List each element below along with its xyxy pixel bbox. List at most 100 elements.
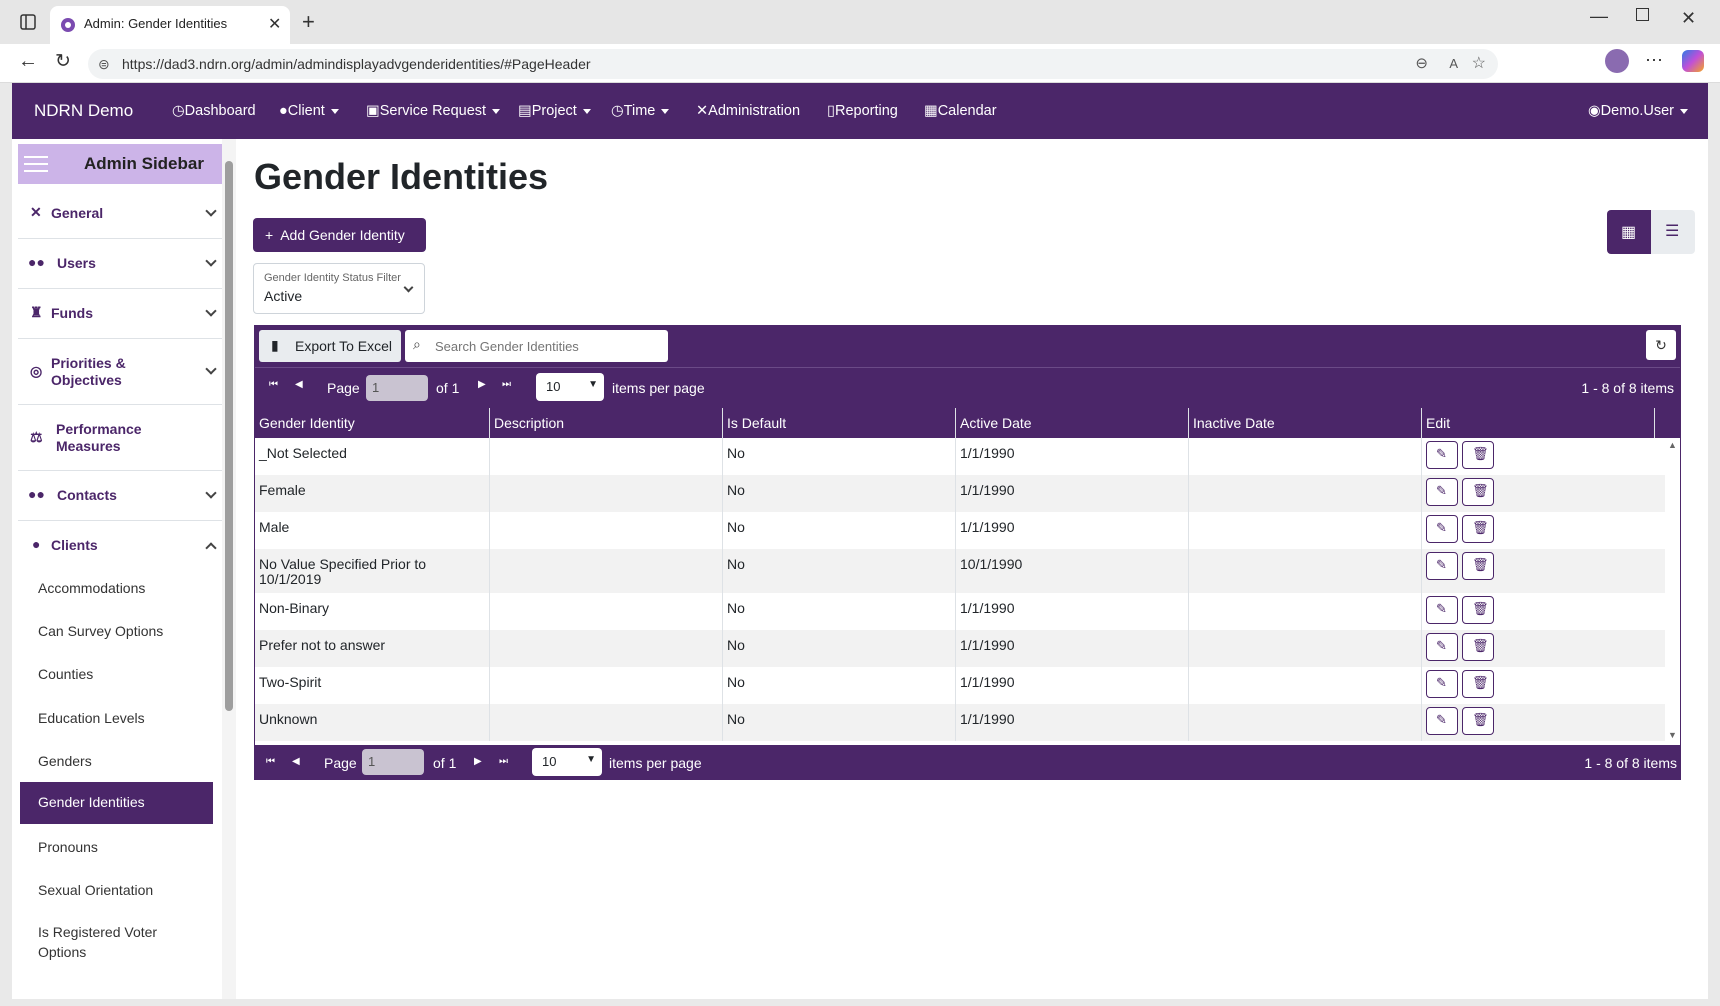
- favorite-star-icon[interactable]: ☆: [1472, 49, 1486, 79]
- delete-button[interactable]: 🗑: [1462, 515, 1494, 543]
- col-gender-identity[interactable]: Gender Identity: [255, 408, 490, 438]
- maximize-icon[interactable]: [1636, 8, 1649, 21]
- last-page-icon[interactable]: ⏭: [499, 756, 508, 767]
- minimize-icon[interactable]: —: [1590, 6, 1608, 27]
- delete-button[interactable]: 🗑: [1462, 633, 1494, 661]
- sidebar-item-pronouns[interactable]: Pronouns: [38, 837, 98, 857]
- last-page-icon[interactable]: ⏭: [502, 379, 511, 390]
- sidebar-item-can-survey-options[interactable]: Can Survey Options: [38, 621, 163, 641]
- col-is-default[interactable]: Is Default: [723, 408, 956, 438]
- sidebar-section-funds[interactable]: ♜ Funds: [18, 289, 227, 339]
- scrollbar-thumb[interactable]: [225, 161, 233, 711]
- brand[interactable]: NDRN Demo: [34, 83, 133, 139]
- table-row[interactable]: Non-Binary No 1/1/1990 ✎ 🗑: [255, 593, 1665, 630]
- back-icon[interactable]: ←: [18, 50, 38, 73]
- nav-project[interactable]: ▤Project: [518, 83, 591, 139]
- first-page-icon[interactable]: ⏮: [266, 756, 275, 767]
- status-filter-select[interactable]: Gender Identity Status Filter Active: [253, 263, 425, 314]
- edit-button[interactable]: ✎: [1426, 515, 1458, 543]
- more-options-icon[interactable]: ⋯: [1645, 50, 1663, 71]
- nav-user-menu[interactable]: ◉Demo.User: [1588, 83, 1688, 139]
- url-field[interactable]: ⊜ https://dad3.ndrn.org/admin/admindispl…: [88, 49, 1498, 79]
- sidebar-section-clients[interactable]: ● Clients: [18, 521, 227, 571]
- prev-page-icon[interactable]: ◀: [295, 379, 303, 390]
- table-row[interactable]: _Not Selected No 1/1/1990 ✎ 🗑: [255, 438, 1665, 475]
- grid-view-button[interactable]: ▦: [1607, 210, 1651, 254]
- list-view-button[interactable]: ☰: [1651, 210, 1695, 254]
- edit-button[interactable]: ✎: [1426, 441, 1458, 469]
- nav-reporting[interactable]: ▯Reporting: [827, 83, 898, 139]
- nav-time[interactable]: ◷Time: [611, 83, 669, 139]
- new-tab-icon[interactable]: +: [302, 9, 315, 35]
- site-info-icon[interactable]: ⊜: [98, 49, 110, 79]
- close-tab-icon[interactable]: ✕: [268, 14, 281, 34]
- browser-tab[interactable]: Admin: Gender Identities ✕: [50, 6, 290, 44]
- hamburger-icon[interactable]: [24, 154, 48, 174]
- sidebar-section-contacts[interactable]: ●● Contacts: [18, 471, 227, 521]
- delete-button[interactable]: 🗑: [1462, 478, 1494, 506]
- col-active-date[interactable]: Active Date: [956, 408, 1189, 438]
- edit-button[interactable]: ✎: [1426, 670, 1458, 698]
- delete-button[interactable]: 🗑: [1462, 552, 1494, 580]
- sidebar-section-users[interactable]: ●● Users: [18, 239, 227, 289]
- copilot-icon[interactable]: [1682, 50, 1704, 72]
- delete-button[interactable]: 🗑: [1462, 670, 1494, 698]
- sidebar-item-accommodations[interactable]: Accommodations: [38, 578, 145, 598]
- sidebar-item-genders[interactable]: Genders: [38, 751, 92, 771]
- scroll-down-icon[interactable]: ▼: [1668, 730, 1677, 740]
- sidebar-toggle-icon[interactable]: [20, 14, 36, 30]
- edit-button[interactable]: ✎: [1426, 633, 1458, 661]
- page-number-input[interactable]: 1: [362, 749, 424, 775]
- edit-button[interactable]: ✎: [1426, 552, 1458, 580]
- next-page-icon[interactable]: ▶: [478, 379, 486, 390]
- items-per-page-select[interactable]: 10 ▼: [532, 748, 602, 776]
- col-description[interactable]: Description: [490, 408, 723, 438]
- sidebar-section-general[interactable]: ✕ General: [18, 189, 227, 239]
- prev-page-icon[interactable]: ◀: [292, 756, 300, 767]
- export-excel-button[interactable]: ▮ Export To Excel: [259, 330, 401, 362]
- read-aloud-icon[interactable]: A: [1449, 49, 1458, 79]
- table-row[interactable]: Two-Spirit No 1/1/1990 ✎ 🗑: [255, 667, 1665, 704]
- table-row[interactable]: Prefer not to answer No 1/1/1990 ✎ 🗑: [255, 630, 1665, 667]
- sidebar-scrollbar[interactable]: [222, 139, 236, 999]
- page-label: Page: [327, 380, 360, 396]
- nav-dashboard[interactable]: ◷Dashboard: [172, 83, 256, 139]
- refresh-button[interactable]: ↻: [1646, 330, 1676, 360]
- search-input[interactable]: [435, 334, 660, 358]
- zoom-icon[interactable]: ⊖: [1415, 49, 1428, 79]
- items-per-page-select[interactable]: 10 ▼: [536, 373, 604, 401]
- first-page-icon[interactable]: ⏮: [269, 379, 278, 390]
- sidebar-item-gender-identities[interactable]: Gender Identities: [20, 782, 213, 824]
- profile-avatar[interactable]: [1605, 49, 1629, 73]
- sidebar-section-priorities[interactable]: ◎ Priorities & Objectives: [18, 339, 227, 405]
- delete-button[interactable]: 🗑: [1462, 441, 1494, 469]
- table-row[interactable]: Male No 1/1/1990 ✎ 🗑: [255, 512, 1665, 549]
- table-row[interactable]: Unknown No 1/1/1990 ✎ 🗑: [255, 704, 1665, 741]
- next-page-icon[interactable]: ▶: [474, 756, 482, 767]
- nav-administration[interactable]: ✕Administration: [696, 83, 800, 139]
- sidebar-item-counties[interactable]: Counties: [38, 664, 93, 684]
- sidebar-item-registered-voter[interactable]: Is Registered Voter Options: [38, 922, 188, 962]
- col-inactive-date[interactable]: Inactive Date: [1189, 408, 1422, 438]
- table-row[interactable]: No Value Specified Prior to 10/1/2019 No 1…: [255, 549, 1665, 593]
- reload-icon[interactable]: ↻: [55, 50, 71, 73]
- grid-scrollbar[interactable]: ▲ ▼: [1665, 438, 1680, 744]
- nav-service-request[interactable]: ▣Service Request: [366, 83, 500, 139]
- sidebar-item-education-levels[interactable]: Education Levels: [38, 708, 145, 728]
- sidebar-section-performance[interactable]: ⚖ Performance Measures: [18, 405, 227, 471]
- page-number-input[interactable]: 1: [366, 375, 428, 401]
- close-window-icon[interactable]: ✕: [1681, 8, 1696, 29]
- delete-button[interactable]: 🗑: [1462, 707, 1494, 735]
- search-box[interactable]: ⌕: [405, 330, 668, 362]
- edit-button[interactable]: ✎: [1426, 707, 1458, 735]
- chevron-down-icon: [205, 487, 217, 499]
- edit-button[interactable]: ✎: [1426, 596, 1458, 624]
- nav-calendar[interactable]: ▦Calendar: [924, 83, 997, 139]
- add-gender-identity-button[interactable]: + Add Gender Identity: [253, 218, 426, 252]
- sidebar-item-sexual-orientation[interactable]: Sexual Orientation: [38, 880, 153, 900]
- table-row[interactable]: Female No 1/1/1990 ✎ 🗑: [255, 475, 1665, 512]
- nav-client[interactable]: ●Client: [279, 83, 339, 139]
- scroll-up-icon[interactable]: ▲: [1668, 440, 1677, 450]
- edit-button[interactable]: ✎: [1426, 478, 1458, 506]
- delete-button[interactable]: 🗑: [1462, 596, 1494, 624]
